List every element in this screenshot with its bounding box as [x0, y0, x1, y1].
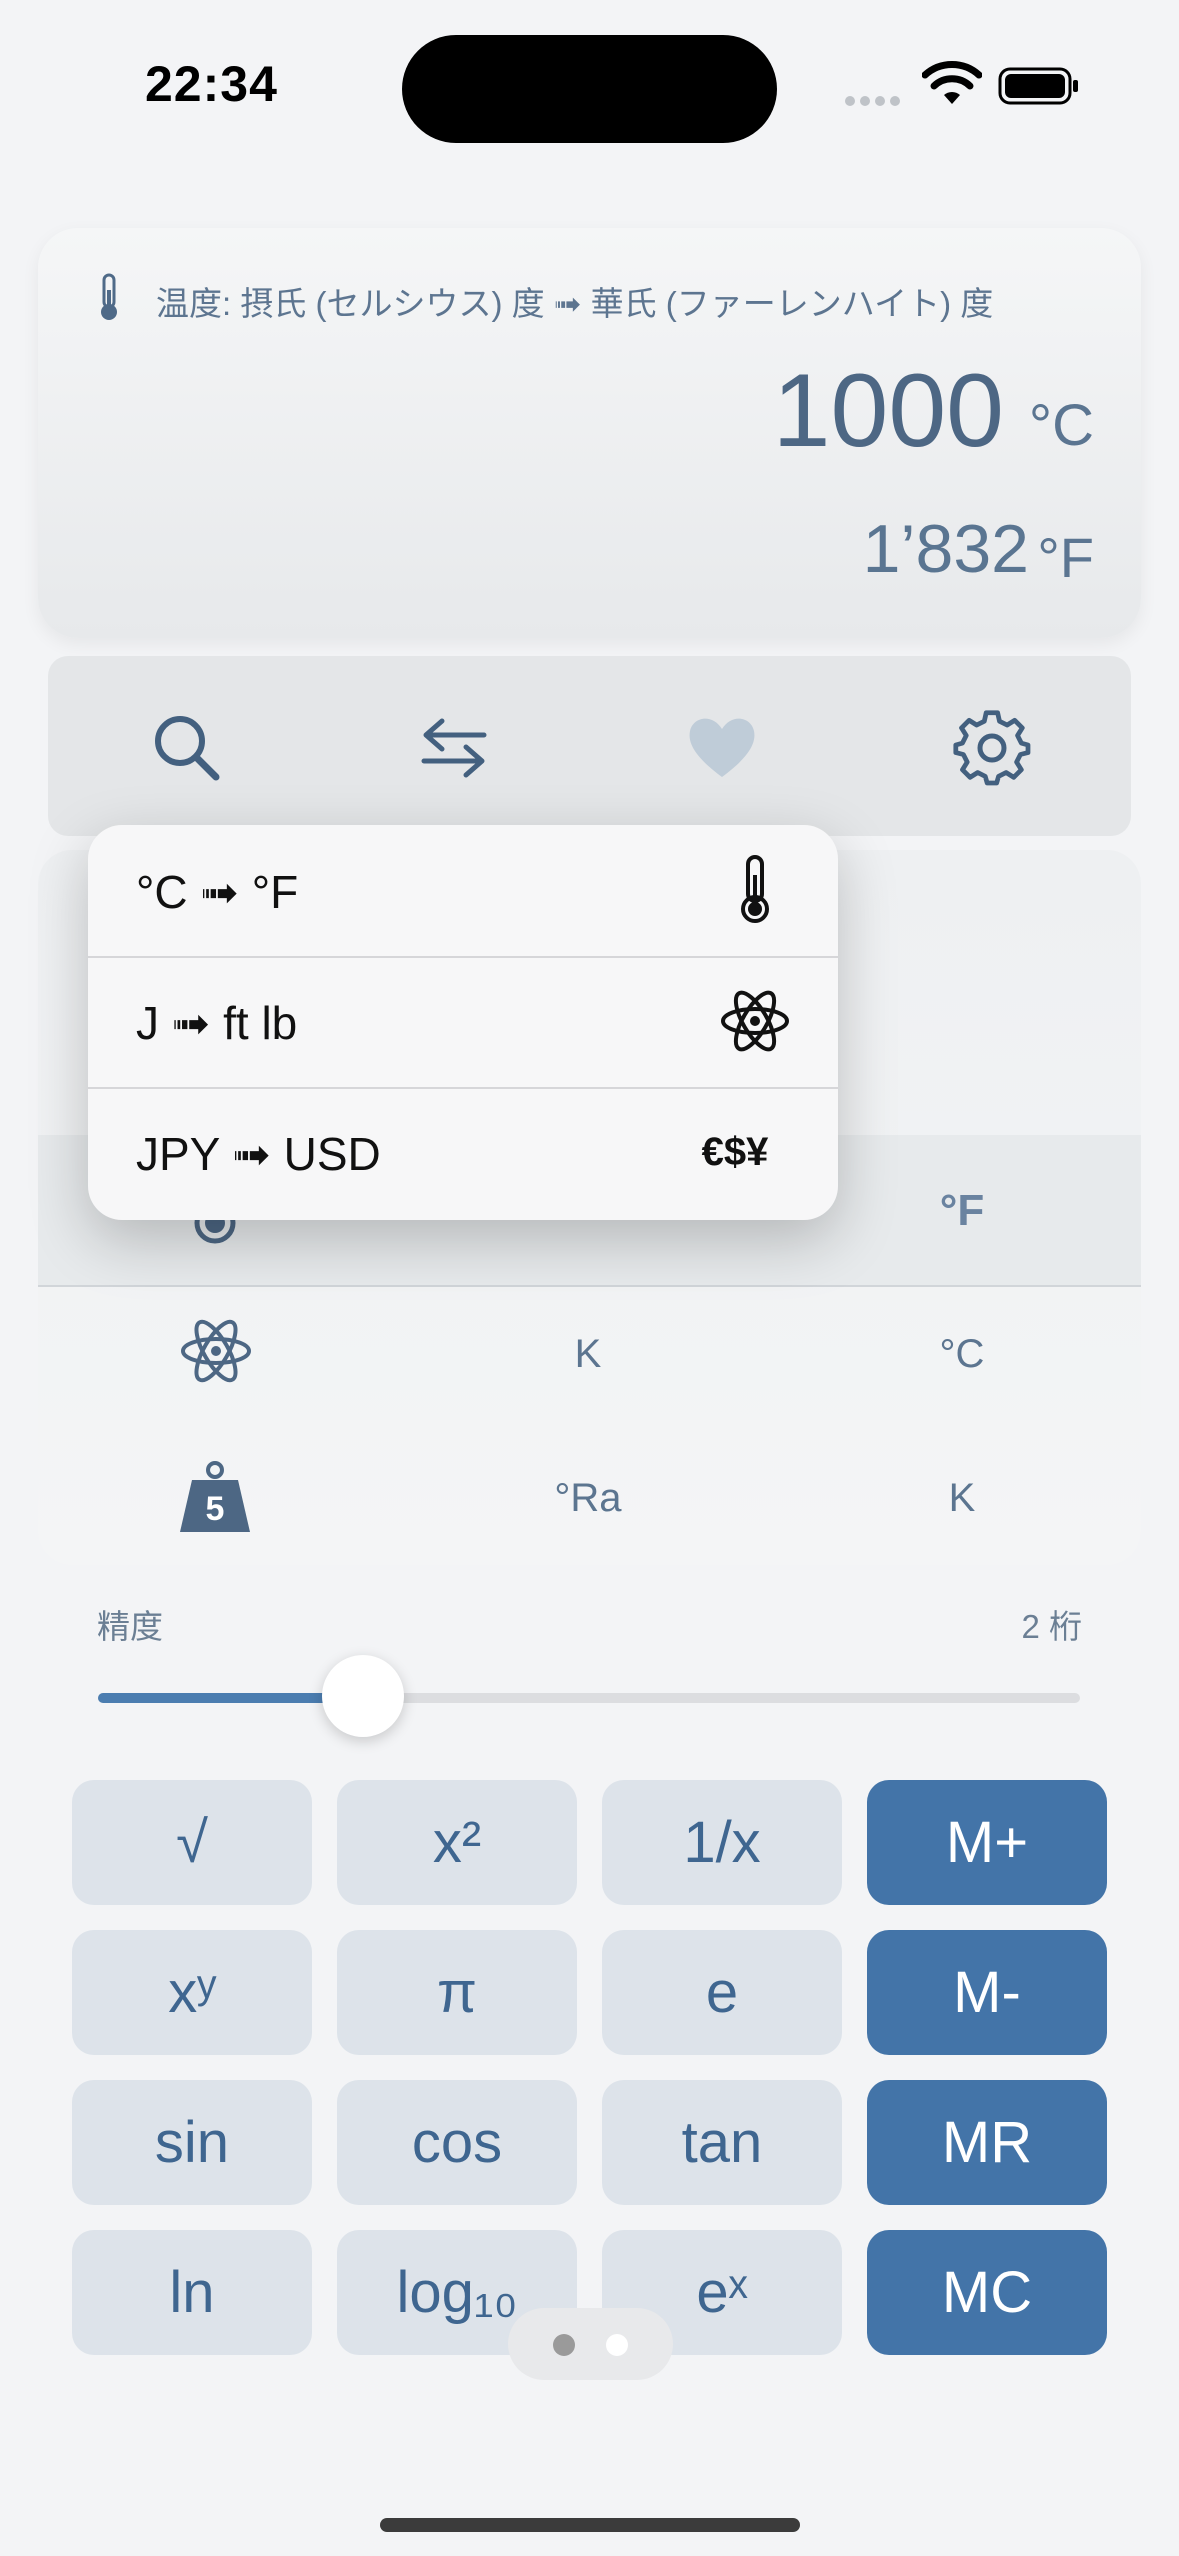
key-e[interactable]: e [602, 1930, 842, 2055]
key-cos[interactable]: cos [337, 2080, 577, 2205]
key-memory-subtract[interactable]: M- [867, 1930, 1107, 2055]
gear-icon[interactable] [952, 707, 1032, 787]
key-ln[interactable]: ln [72, 2230, 312, 2355]
key-sin[interactable]: sin [72, 2080, 312, 2205]
swap-icon[interactable] [414, 707, 494, 787]
output-unit: °F [1037, 526, 1094, 589]
atom-icon [721, 990, 789, 1052]
atom-icon[interactable] [180, 1315, 252, 1387]
currency-icon: €$¥ [701, 1130, 769, 1174]
dynamic-island [402, 35, 777, 143]
key-power[interactable]: xʸ [72, 1930, 312, 2055]
unit-from[interactable]: K [488, 1332, 688, 1377]
thermometer-icon [741, 855, 769, 923]
key-memory-add[interactable]: M+ [867, 1780, 1107, 1905]
precision-value: 2 桁 [1021, 1608, 1082, 1645]
input-unit: °C [1028, 393, 1094, 458]
key-tan[interactable]: tan [602, 2080, 842, 2205]
key-memory-clear[interactable]: MC [867, 2230, 1107, 2355]
conversion-title: 温度: 摂氏 (セルシウス) 度 ➟ 華氏 (ファーレンハイト) 度 [156, 285, 994, 322]
precision-slider-thumb[interactable] [322, 1655, 404, 1737]
page-dot[interactable] [553, 2334, 575, 2356]
battery-icon [998, 67, 1078, 105]
unit-to[interactable]: °C [862, 1332, 1062, 1377]
weight-icon-label: 5 [205, 1490, 225, 1528]
key-memory-recall[interactable]: MR [867, 2080, 1107, 2205]
menu-item-currency[interactable]: JPY ➟ USD €$¥ [88, 1087, 838, 1218]
search-icon[interactable] [146, 707, 226, 787]
input-value[interactable]: 1000 [773, 352, 1004, 471]
key-pi[interactable]: π [337, 1930, 577, 2055]
menu-item-temperature[interactable]: °C ➟ °F [88, 825, 838, 958]
recent-conversions-menu: °C ➟ °F J ➟ ft lb JPY ➟ USD €$¥ [88, 825, 838, 1220]
unit-to-selected[interactable]: °F [862, 1186, 1062, 1236]
heart-icon[interactable] [682, 707, 762, 787]
menu-item-label: J ➟ ft lb [136, 997, 298, 1049]
unit-to[interactable]: K [862, 1476, 1062, 1521]
status-time: 22:34 [145, 56, 278, 112]
key-reciprocal[interactable]: 1/x [602, 1780, 842, 1905]
cellular-signal-icon [845, 93, 907, 106]
menu-item-label: °C ➟ °F [136, 866, 299, 918]
output-value: 1’832 [862, 511, 1029, 587]
home-indicator[interactable] [380, 2518, 800, 2532]
menu-item-label: JPY ➟ USD [136, 1128, 381, 1180]
menu-item-energy[interactable]: J ➟ ft lb [88, 956, 838, 1089]
page-indicator[interactable] [508, 2308, 673, 2380]
thermometer-icon [101, 273, 117, 320]
unit-from[interactable]: °Ra [488, 1476, 688, 1521]
wifi-icon [922, 61, 982, 104]
key-sqrt[interactable]: √ [72, 1780, 312, 1905]
page-dot-current[interactable] [606, 2334, 628, 2356]
key-square[interactable]: x² [337, 1780, 577, 1905]
precision-label: 精度 [97, 1608, 163, 1645]
